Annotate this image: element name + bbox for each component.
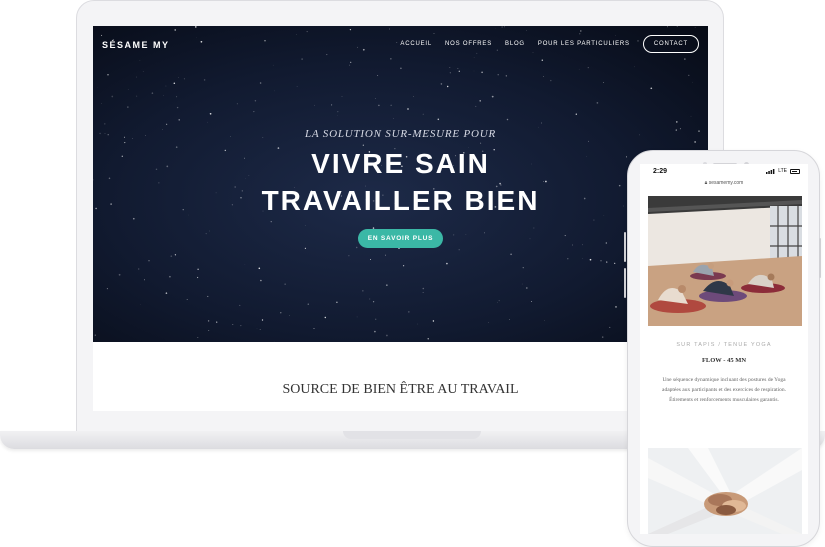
phone-volume-button bbox=[624, 268, 626, 298]
hero-subtitle: LA SOLUTION SUR-MESURE POUR bbox=[305, 128, 496, 140]
phone-power-button bbox=[819, 238, 821, 278]
phone-volume-button bbox=[624, 232, 626, 262]
site-logo[interactable]: SÉSAME MY bbox=[102, 40, 170, 50]
card-kicker: SUR TAPIS / TENUE YOGA bbox=[676, 342, 772, 348]
contact-button[interactable]: CONTACT bbox=[642, 35, 699, 53]
battery-icon bbox=[790, 168, 800, 174]
status-time: 2:29 bbox=[653, 168, 668, 175]
nav-link-nos-offres[interactable]: NOS OFFRES bbox=[445, 41, 492, 47]
team-hands-image bbox=[648, 448, 802, 534]
nav-link-accueil[interactable]: ACCUEIL bbox=[400, 41, 432, 47]
network-label: LTE bbox=[778, 168, 787, 174]
signal-icon bbox=[766, 168, 775, 174]
phone-screen: 2:29 LTE 🔒︎ sesamemy.com SUR TAPIS / TEN… bbox=[640, 164, 808, 534]
card-description: Une séquence dynamique incluant des post… bbox=[662, 377, 786, 403]
card-title: FLOW - 45 MN bbox=[701, 357, 747, 364]
en-savoir-plus-button[interactable]: EN SAVOIR PLUS bbox=[358, 229, 443, 248]
nav-link-blog[interactable]: BLOG bbox=[505, 41, 525, 47]
yoga-class-image bbox=[648, 196, 802, 326]
section-title: SOURCE DE BIEN ÊTRE AU TRAVAIL bbox=[282, 382, 519, 397]
laptop-screen: SÉSAME MY ACCUEIL NOS OFFRES BLOG POUR L… bbox=[93, 26, 708, 411]
url-text: sesamemy.com bbox=[708, 180, 744, 186]
status-indicators: LTE bbox=[766, 168, 800, 174]
hero-title-line1: VIVRE SAIN bbox=[311, 148, 490, 179]
hero-section: SÉSAME MY ACCUEIL NOS OFFRES BLOG POUR L… bbox=[93, 26, 708, 342]
hero-title-line2: TRAVAILLER BIEN bbox=[261, 185, 540, 216]
starfield-background bbox=[93, 26, 704, 342]
url-bar[interactable]: 🔒︎ sesamemy.com bbox=[640, 180, 808, 186]
main-nav: ACCUEIL NOS OFFRES BLOG POUR LES PARTICU… bbox=[400, 35, 699, 53]
laptop-trackpad-notch bbox=[343, 431, 481, 439]
lock-icon: 🔒︎ bbox=[704, 180, 708, 186]
nav-link-particuliers[interactable]: POUR LES PARTICULIERS bbox=[538, 41, 630, 47]
